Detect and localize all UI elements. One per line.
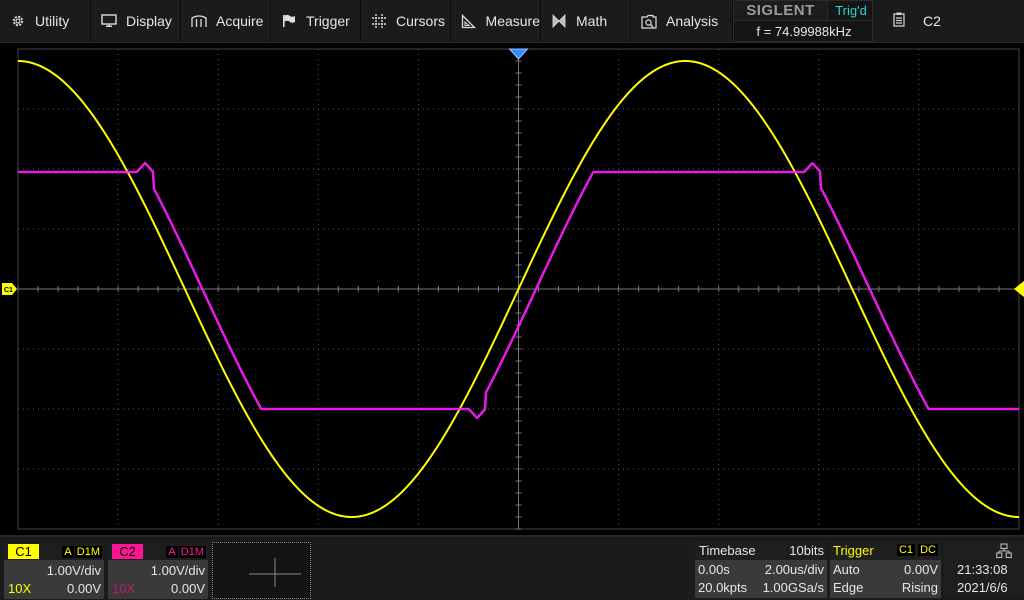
- trigger-source-coupling: C1 DC: [896, 544, 938, 556]
- waveform-display[interactable]: C1: [0, 43, 1024, 535]
- channel-1-coupling-b: D1M: [74, 545, 102, 558]
- channel-2-offset: 0.00V: [171, 581, 205, 596]
- timebase-memory: 20.0kpts: [698, 580, 748, 595]
- menu-measure[interactable]: Measure: [451, 0, 541, 42]
- trigger-source: C1: [896, 544, 916, 556]
- timebase-title: Timebase: [699, 543, 756, 558]
- menu-math[interactable]: Math: [541, 0, 631, 42]
- channel-2-tag: C2: [112, 544, 143, 559]
- channel-2-coupling: A D1M: [165, 544, 206, 559]
- menu-analysis[interactable]: Analysis: [631, 0, 733, 42]
- channel-1-probe: 10X: [8, 581, 32, 596]
- channel-2-coupling-b: D1M: [178, 545, 206, 558]
- menu-math-label: Math: [576, 13, 608, 29]
- bottom-info-bar: C1 A D1M 1.00V/div 10X 0.00V C2 A D1M 1.00…: [0, 535, 1024, 600]
- channel-2-probe: 10X: [112, 581, 136, 596]
- trigger-panel[interactable]: Trigger C1 DC Auto 0.00V Edge Rising: [830, 541, 941, 598]
- clipboard-icon: [893, 12, 905, 30]
- trigger-coupling: DC: [918, 544, 938, 556]
- timebase-delay: 0.00s: [698, 562, 730, 577]
- channel-1-offset: 0.00V: [67, 581, 101, 596]
- analysis-icon: [640, 13, 658, 29]
- monitor-icon: [100, 13, 118, 29]
- menu-utility-label: Utility: [35, 13, 70, 29]
- math-icon: [550, 13, 568, 29]
- triangle-ruler-icon: [460, 13, 478, 29]
- timebase-panel[interactable]: Timebase 10bits 0.00s 2.00us/div 20.0kpt…: [695, 541, 827, 598]
- menu-acquire[interactable]: Acquire: [181, 0, 271, 42]
- trigger-status: Trig'd: [828, 1, 874, 21]
- menu-analysis-label: Analysis: [666, 13, 719, 29]
- menu-measure-label: Measure: [485, 13, 540, 29]
- trigger-type: Edge: [833, 580, 864, 595]
- trigger-mode: Auto: [833, 562, 860, 577]
- trigger-position-marker: [508, 48, 529, 60]
- channel-1-coupling-a: A: [62, 545, 74, 558]
- top-menu-bar: Utility Display Acquire Trigger Cursors …: [0, 0, 1024, 43]
- menu-display-label: Display: [126, 13, 172, 29]
- acquire-icon: [190, 13, 208, 29]
- active-channel-label: C2: [923, 13, 941, 29]
- channel-1-tag: C1: [8, 544, 39, 559]
- channel-2-scale: 1.00V/div: [150, 563, 205, 578]
- trigger-title: Trigger: [833, 543, 874, 558]
- plus-icon: [249, 558, 301, 587]
- channel-1-scale: 1.00V/div: [46, 563, 101, 578]
- graticule: C1: [2, 48, 1024, 530]
- channel-1-coupling: A D1M: [61, 544, 102, 559]
- flag-icon: [280, 13, 298, 29]
- frequency-counter: f = 74.99988kHz: [756, 24, 852, 39]
- channel-1-panel[interactable]: C1 A D1M 1.00V/div 10X 0.00V: [4, 542, 104, 599]
- trigger-level: 0.00V: [904, 562, 938, 577]
- gear-icon: [9, 13, 27, 29]
- channel-2-coupling-a: A: [166, 545, 178, 558]
- clock-date: 2021/6/6: [957, 580, 1008, 595]
- network-icon[interactable]: [996, 543, 1012, 559]
- clock-time: 21:33:08: [957, 562, 1008, 577]
- timebase-bits: 10bits: [789, 543, 824, 558]
- cursors-grid-icon: [370, 13, 388, 29]
- menu-display[interactable]: Display: [91, 0, 181, 42]
- menu-utility[interactable]: Utility: [0, 0, 91, 42]
- timebase-scale: 2.00us/div: [764, 562, 824, 577]
- active-channel-selector[interactable]: C2: [873, 0, 1024, 42]
- clock-panel: 21:33:08 2021/6/6: [944, 541, 1024, 598]
- menu-trigger-label: Trigger: [306, 13, 350, 29]
- status-box: SIGLENT Trig'd f = 74.99988kHz: [733, 0, 874, 42]
- timebase-sample-rate: 1.00GSa/s: [762, 580, 824, 595]
- c1-offset-marker-label: C1: [4, 287, 13, 294]
- add-channel-button[interactable]: [212, 542, 311, 599]
- menu-cursors-label: Cursors: [396, 13, 446, 29]
- trigger-slope: Rising: [901, 580, 938, 595]
- menu-acquire-label: Acquire: [216, 13, 264, 29]
- channel-2-panel[interactable]: C2 A D1M 1.00V/div 10X 0.00V: [108, 542, 208, 599]
- menu-trigger[interactable]: Trigger: [271, 0, 361, 42]
- brand-logo: SIGLENT: [734, 1, 828, 21]
- menu-cursors[interactable]: Cursors: [361, 0, 451, 42]
